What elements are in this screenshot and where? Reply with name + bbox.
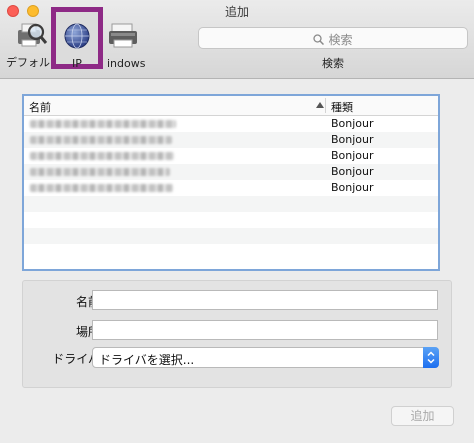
redacted-printer-name (30, 120, 176, 128)
list-item[interactable]: Bonjour (24, 148, 438, 164)
toolbar-item-ip[interactable]: IP (56, 18, 98, 74)
driver-select-value: ドライバを選択... (99, 353, 195, 367)
empty-list-row (24, 196, 438, 212)
location-field[interactable] (92, 320, 438, 340)
printer-list[interactable]: 名前 種類 Bonjour Bonjour Bonjour Bonjour Bo… (22, 94, 440, 271)
search-placeholder-wrap: 検索 (199, 31, 467, 48)
windows-printer-icon (109, 23, 137, 48)
list-item[interactable]: Bonjour (24, 164, 438, 180)
driver-select[interactable]: ドライバを選択... (92, 347, 439, 368)
globe-icon (64, 23, 90, 49)
column-header-kind[interactable]: 種類 (331, 99, 353, 115)
add-printer-window: 追加 デフォルト IP indows 検索 検索 名前 種類 Bonjour B… (0, 0, 474, 443)
list-item[interactable]: Bonjour (24, 116, 438, 132)
search-caption: 検索 (322, 57, 344, 70)
search-placeholder: 検索 (328, 33, 353, 47)
toolbar-item-default[interactable]: デフォルト (2, 18, 61, 74)
select-stepper[interactable] (423, 347, 439, 368)
redacted-printer-name (30, 184, 173, 192)
list-item-kind: Bonjour (331, 117, 374, 130)
toolbar-item-windows[interactable]: indows (103, 18, 147, 74)
list-item-kind: Bonjour (331, 149, 374, 162)
redacted-printer-name (30, 152, 174, 160)
empty-list-row (24, 228, 438, 244)
list-item[interactable]: Bonjour (24, 132, 438, 148)
search-icon (313, 34, 325, 46)
toolbar-item-windows-label: indows (107, 57, 146, 70)
toolbar-item-default-label: デフォルト (6, 56, 61, 69)
redacted-printer-name (30, 136, 172, 144)
list-item[interactable]: Bonjour (24, 180, 438, 196)
list-item-kind: Bonjour (331, 165, 374, 178)
search-field[interactable]: 検索 (198, 27, 468, 49)
sort-ascending-icon (316, 102, 324, 108)
column-divider[interactable] (325, 98, 326, 113)
chevron-up-down-icon (427, 351, 435, 364)
name-field[interactable] (92, 290, 438, 310)
column-header-name[interactable]: 名前 (29, 99, 51, 115)
default-printer-icon (18, 23, 48, 47)
toolbar: 追加 デフォルト IP indows 検索 検索 (0, 0, 474, 79)
list-item-kind: Bonjour (331, 133, 374, 146)
list-item-kind: Bonjour (331, 181, 374, 194)
empty-list-row (24, 212, 438, 228)
add-button[interactable]: 追加 (391, 406, 454, 426)
toolbar-item-ip-label: IP (72, 57, 82, 70)
printer-details-form: 名前: 場所: ドライバ: ドライバを選択... (22, 280, 452, 388)
list-header: 名前 種類 (24, 96, 438, 116)
redacted-printer-name (30, 168, 170, 176)
empty-list-row (24, 244, 438, 260)
